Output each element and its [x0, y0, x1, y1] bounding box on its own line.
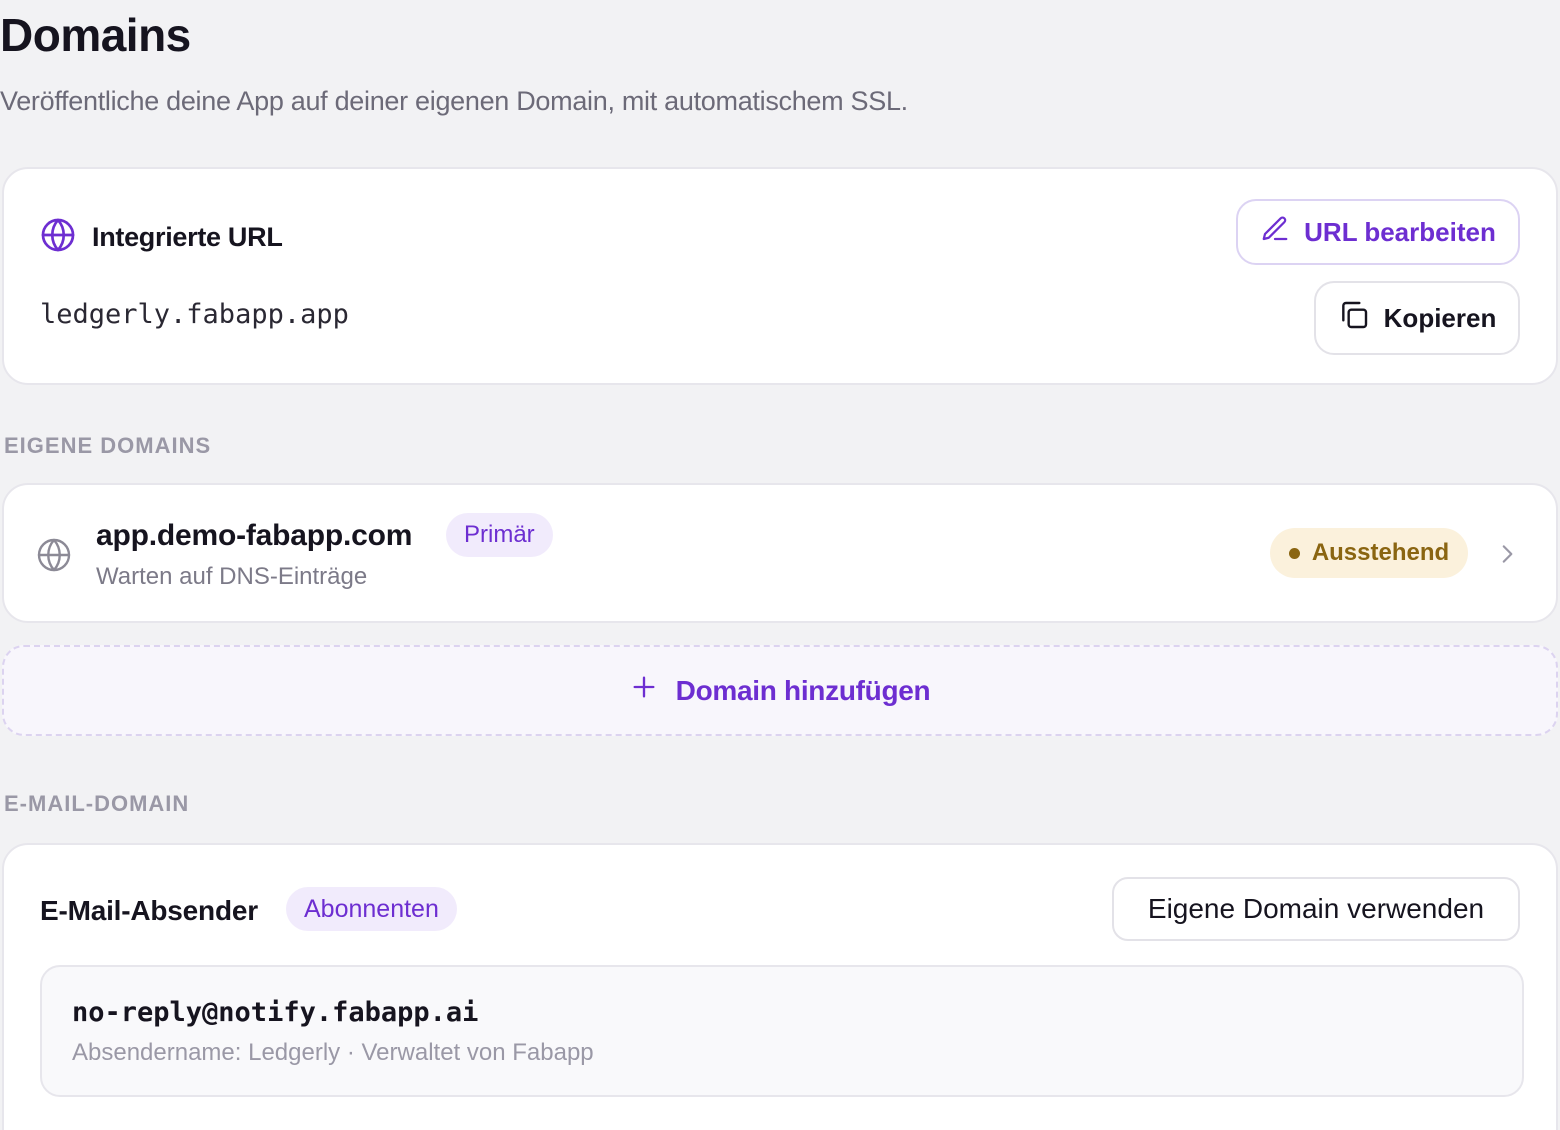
chevron-right-icon[interactable] — [1494, 541, 1520, 572]
builtin-url-header: Integrierte URL — [40, 217, 283, 258]
domain-status-text: Warten auf DNS-Einträge — [96, 563, 368, 590]
email-address: no-reply@notify.fabapp.ai — [72, 997, 479, 1028]
builtin-url-title: Integrierte URL — [92, 222, 283, 252]
domain-name: app.demo-fabapp.com — [96, 519, 413, 552]
email-sender-title: E-Mail-Absender — [40, 895, 258, 926]
status-badge-label: Ausstehend — [1311, 539, 1450, 566]
section-label-custom-domains: EIGENE DOMAINS — [4, 433, 212, 458]
subscribers-badge: Abonnenten — [286, 887, 457, 931]
edit-url-label: URL bearbeiten — [1304, 216, 1496, 247]
page-title: Domains — [0, 9, 191, 61]
section-label-email-domain: E-MAIL-DOMAIN — [4, 791, 190, 816]
copy-url-label: Kopieren — [1383, 302, 1497, 333]
add-domain-label: Domain hinzufügen — [675, 674, 931, 706]
status-badge: Ausstehend — [1270, 528, 1468, 578]
pencil-icon — [1260, 214, 1290, 251]
email-sender-card: E-Mail-Absender Abonnenten Eigene Domain… — [2, 843, 1558, 1130]
domain-row[interactable]: app.demo-fabapp.com Primär Warten auf DN… — [2, 483, 1558, 623]
status-dot — [1288, 547, 1300, 559]
edit-url-button[interactable]: URL bearbeiten — [1236, 199, 1520, 265]
primary-badge: Primär — [446, 513, 553, 557]
page-subtitle: Veröffentliche deine App auf deiner eige… — [0, 86, 908, 116]
plus-icon — [630, 673, 658, 708]
builtin-url-card: Integrierte URL ledgerly.fabapp.app URL … — [2, 167, 1558, 385]
add-domain-button[interactable]: Domain hinzufügen — [2, 645, 1558, 736]
builtin-url-value: ledgerly.fabapp.app — [40, 299, 349, 330]
email-sender-box: no-reply@notify.fabapp.ai Absendername: … — [40, 965, 1524, 1097]
globe-icon — [40, 217, 76, 258]
copy-url-button[interactable]: Kopieren — [1314, 281, 1520, 355]
use-own-domain-button[interactable]: Eigene Domain verwenden — [1112, 877, 1520, 941]
copy-icon — [1338, 299, 1370, 338]
email-sender-meta: Absendername: Ledgerly · Verwaltet von F… — [72, 1039, 594, 1066]
globe-icon — [36, 537, 72, 578]
